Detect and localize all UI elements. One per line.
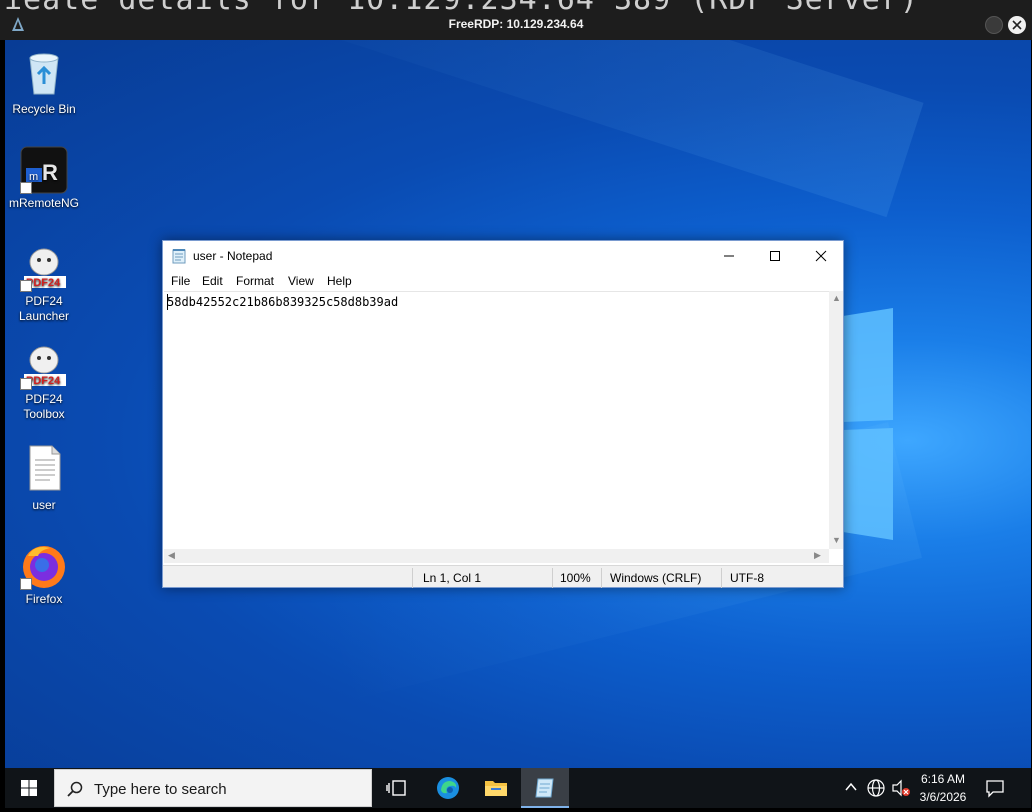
menu-format[interactable]: Format xyxy=(236,274,274,288)
taskbar-task-view[interactable] xyxy=(373,768,421,808)
desktop-icon-user-file[interactable]: user xyxy=(5,444,83,513)
start-button[interactable] xyxy=(5,768,53,808)
notepad-content: 58db42552c21b86b839325c58d8b39ad xyxy=(167,295,399,309)
close-icon xyxy=(1012,20,1022,30)
taskbar: Type here to search 6:16 AM 3/6/2026 xyxy=(5,768,1031,808)
rdp-window-bottom-border xyxy=(0,808,1032,812)
background-terminal-text: ieate details for 10.129.234.64 389 (RDP… xyxy=(4,0,919,17)
scroll-right-icon[interactable]: ▶ xyxy=(814,550,821,561)
windows-wallpaper-logo xyxy=(843,308,893,540)
notepad-window[interactable]: user - Notepad File Edit Format View Hel… xyxy=(162,240,844,588)
rdp-close-button[interactable] xyxy=(1008,16,1026,34)
file-explorer-icon xyxy=(485,781,507,796)
maximize-button[interactable] xyxy=(751,241,797,271)
notification-center-icon[interactable] xyxy=(985,778,1005,798)
mremoteng-icon: m R xyxy=(20,146,68,194)
clock-time[interactable]: 6:16 AM xyxy=(914,772,972,786)
network-globe-icon[interactable] xyxy=(866,778,886,798)
search-placeholder: Type here to search xyxy=(94,781,227,798)
desktop-icon-pdf24-launcher[interactable]: PDF24 PDF24 Launcher xyxy=(5,244,83,324)
close-icon xyxy=(815,250,827,262)
desktop-icon-pdf24-toolbox[interactable]: PDF24 PDF24 Toolbox xyxy=(5,342,83,422)
scroll-up-icon[interactable]: ▲ xyxy=(832,293,841,303)
taskbar-notepad[interactable] xyxy=(521,768,569,808)
firefox-icon xyxy=(20,542,68,590)
status-zoom: 100% xyxy=(560,571,591,585)
status-line-endings: Windows (CRLF) xyxy=(610,571,702,585)
desktop-icon-label: Firefox xyxy=(25,592,63,606)
pdf24-icon: PDF24 xyxy=(20,342,68,390)
rdp-minimize-button[interactable] xyxy=(985,16,1003,34)
notepad-text-area[interactable]: 58db42552c21b86b839325c58d8b39ad xyxy=(164,291,829,549)
close-button[interactable] xyxy=(797,241,843,271)
search-icon xyxy=(67,781,83,797)
recycle-bin-icon xyxy=(29,53,59,95)
shortcut-arrow-icon xyxy=(20,280,32,292)
status-separator xyxy=(552,568,553,588)
svg-text:R: R xyxy=(42,160,58,185)
taskbar-edge[interactable] xyxy=(424,768,472,808)
desktop-icon-mremoteng[interactable]: m R mRemoteNG xyxy=(5,146,83,211)
desktop-icon-label: user xyxy=(32,498,56,512)
scroll-down-icon[interactable]: ▼ xyxy=(832,535,841,545)
taskbar-search-box[interactable]: Type here to search xyxy=(54,769,372,807)
notepad-titlebar[interactable]: user - Notepad xyxy=(163,241,843,271)
maximize-icon xyxy=(770,251,780,261)
rdp-window-title: FreeRDP: 10.129.234.64 xyxy=(448,17,584,31)
desktop-icon-firefox[interactable]: Firefox xyxy=(5,542,83,607)
desktop-icon-label: PDF24 Toolbox xyxy=(23,392,65,421)
shortcut-arrow-icon xyxy=(20,578,32,590)
notepad-statusbar: Ln 1, Col 1 100% Windows (CRLF) UTF-8 xyxy=(163,565,843,588)
volume-muted-icon[interactable] xyxy=(891,778,911,798)
freerdp-icon xyxy=(12,17,24,31)
wallpaper-light-beam xyxy=(220,40,924,218)
windows-start-icon xyxy=(21,780,37,796)
text-file-icon xyxy=(29,445,61,491)
edge-icon xyxy=(437,777,459,799)
clock-date[interactable]: 3/6/2026 xyxy=(914,790,972,804)
horizontal-scrollbar[interactable]: ◀ ▶ xyxy=(164,549,829,563)
menu-help[interactable]: Help xyxy=(327,274,352,288)
notepad-icon xyxy=(535,778,554,798)
menu-file[interactable]: File xyxy=(171,274,190,288)
taskbar-file-explorer[interactable] xyxy=(472,768,520,808)
chevron-up-icon[interactable] xyxy=(843,779,859,795)
status-encoding: UTF-8 xyxy=(730,571,764,585)
scroll-left-icon[interactable]: ◀ xyxy=(168,550,175,561)
menu-edit[interactable]: Edit xyxy=(202,274,223,288)
status-cursor-position: Ln 1, Col 1 xyxy=(423,571,482,585)
vertical-scrollbar[interactable]: ▲ ▼ xyxy=(829,291,843,549)
notepad-title: user - Notepad xyxy=(193,249,273,263)
minimize-button[interactable] xyxy=(705,241,751,271)
status-separator xyxy=(601,568,602,588)
desktop-icon-label: mRemoteNG xyxy=(8,196,79,210)
notepad-menubar: File Edit Format View Help xyxy=(163,271,843,291)
text-caret xyxy=(167,294,168,310)
rdp-titlebar: ieate details for 10.129.234.64 389 (RDP… xyxy=(0,0,1032,40)
status-separator xyxy=(412,568,413,588)
task-view-icon xyxy=(386,780,406,796)
desktop-icon-label: Recycle Bin xyxy=(12,102,76,116)
desktop-icon-label: PDF24 Launcher xyxy=(18,294,70,323)
menu-view[interactable]: View xyxy=(288,274,314,288)
status-separator xyxy=(721,568,722,588)
pdf24-icon: PDF24 xyxy=(20,244,68,292)
shortcut-arrow-icon xyxy=(20,378,32,390)
notepad-icon xyxy=(172,249,186,264)
minimize-icon xyxy=(724,255,734,257)
shortcut-arrow-icon xyxy=(20,182,32,194)
desktop-icon-recycle-bin[interactable]: Recycle Bin xyxy=(5,48,83,117)
